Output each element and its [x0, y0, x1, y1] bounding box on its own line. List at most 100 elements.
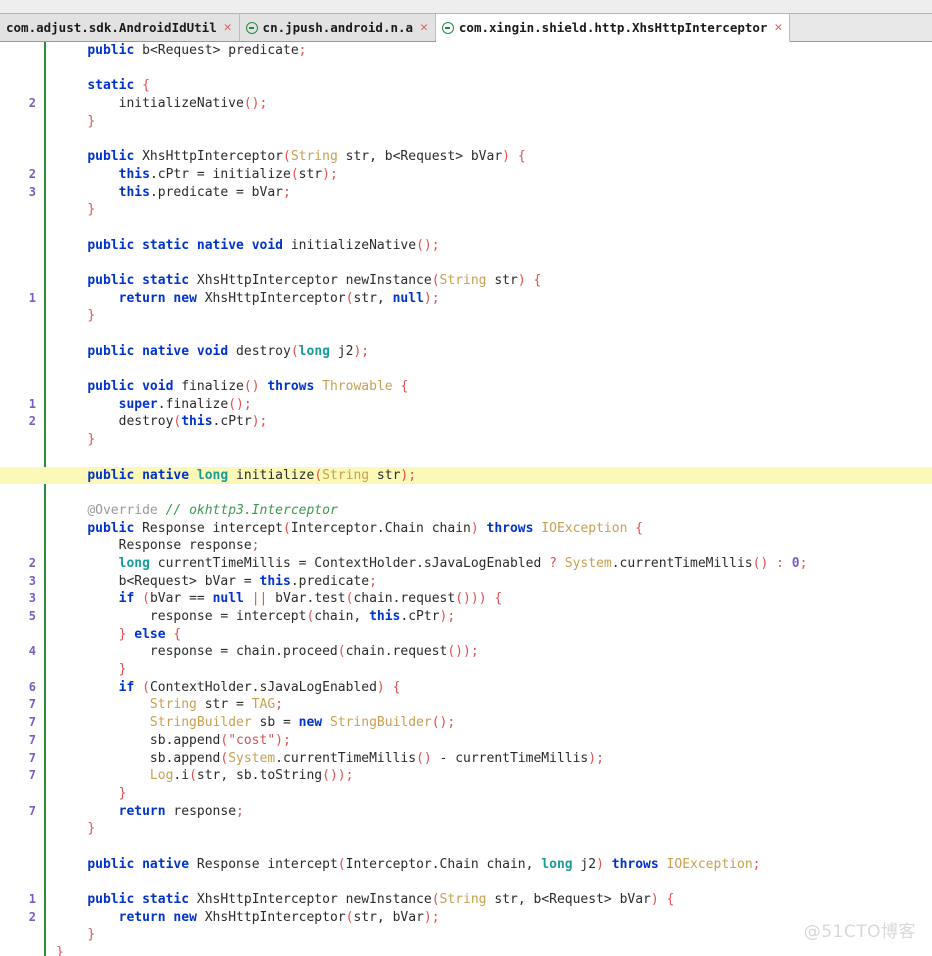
token-punc: );	[439, 609, 456, 624]
code-line[interactable]: 2 long currentTimeMillis = ContextHolder…	[0, 555, 932, 573]
code-line[interactable]: 2 this.cPtr = initialize(str);	[0, 166, 932, 184]
code-text: Response response;	[0, 537, 932, 555]
code-line[interactable]: }	[0, 944, 932, 956]
code-line[interactable]	[0, 60, 932, 78]
code-line[interactable]: 2 initializeNative();	[0, 95, 932, 113]
token-kw: public	[87, 343, 135, 359]
code-line[interactable]: 7 Log.i(str, sb.toString());	[0, 767, 932, 785]
token-plain: XhsHttpInterceptor newInstance	[189, 272, 432, 288]
token-prim: long	[298, 343, 330, 359]
code-line[interactable]: 7 return response;	[0, 803, 932, 821]
code-line[interactable]: }	[0, 820, 932, 838]
code-line[interactable]: 2 return new XhsHttpInterceptor(str, bVa…	[0, 909, 932, 927]
code-text: public native long initialize(String str…	[0, 467, 932, 485]
code-line[interactable]: 3 b<Request> bVar = this.predicate;	[0, 573, 932, 591]
code-editor[interactable]: public b<Request> predicate; static {2 i…	[0, 42, 932, 956]
code-line[interactable]: }	[0, 926, 932, 944]
code-line[interactable]	[0, 219, 932, 237]
code-line[interactable]: 7 sb.append(System.currentTimeMillis() -…	[0, 750, 932, 768]
token-plain: .finalize	[157, 396, 229, 412]
code-line[interactable]	[0, 873, 932, 891]
token-kw: public	[87, 149, 135, 165]
code-line[interactable]: 5 response = intercept(chain, this.cPtr)…	[0, 608, 932, 626]
code-line[interactable]: 3 this.predicate = bVar;	[0, 184, 932, 202]
token-kw: static	[142, 272, 190, 288]
code-line[interactable]: }	[0, 201, 932, 219]
token-punc: }	[87, 927, 96, 943]
code-line[interactable]: public XhsHttpInterceptor(String str, b<…	[0, 148, 932, 166]
code-line[interactable]: }	[0, 785, 932, 803]
token-plain: response = chain.proceed	[56, 644, 338, 660]
code-line[interactable]	[0, 325, 932, 343]
line-number: 7	[28, 697, 36, 712]
code-line[interactable]: public Response intercept(Interceptor.Ch…	[0, 520, 932, 538]
code-line[interactable]: 6 if (ContextHolder.sJavaLogEnabled) {	[0, 679, 932, 697]
code-line[interactable]: } else {	[0, 626, 932, 644]
line-number: 7	[28, 750, 36, 765]
code-text: long currentTimeMillis = ContextHolder.s…	[0, 555, 932, 573]
code-text: public native void destroy(long j2);	[0, 343, 932, 361]
code-line[interactable]: }	[0, 431, 932, 449]
code-line[interactable]: 2 destroy(this.cPtr);	[0, 413, 932, 431]
token-punc: (	[142, 591, 150, 607]
editor-tab-2[interactable]: com.xingin.shield.http.XhsHttpIntercepto…	[435, 14, 791, 42]
code-line[interactable]	[0, 484, 932, 502]
code-line[interactable]: public native Response intercept(Interce…	[0, 856, 932, 874]
code-line[interactable]: @Override // okhttp3.Interceptor	[0, 502, 932, 520]
editor-tab-1[interactable]: cn.jpush.android.n.a ✕	[239, 14, 436, 41]
code-line[interactable]: public native long initialize(String str…	[0, 466, 932, 485]
code-line[interactable]: }	[0, 661, 932, 679]
code-line[interactable]: 1 return new XhsHttpInterceptor(str, nul…	[0, 290, 932, 308]
token-plain: initializeNative	[56, 96, 244, 112]
code-content[interactable]: public b<Request> predicate; static {2 i…	[0, 42, 932, 956]
token-plain: .i	[173, 768, 190, 784]
code-line[interactable]: 7 String str = TAG;	[0, 696, 932, 714]
code-line[interactable]: Response response;	[0, 537, 932, 555]
code-line[interactable]: 4 response = chain.proceed(chain.request…	[0, 643, 932, 661]
token-type: String	[290, 149, 338, 165]
close-icon[interactable]: ✕	[420, 21, 428, 34]
line-number: 2	[28, 909, 36, 924]
token-plain: b<Request> bVar =	[56, 573, 260, 589]
code-line[interactable]	[0, 254, 932, 272]
code-line[interactable]: 7 sb.append("cost");	[0, 732, 932, 750]
code-line[interactable]: }	[0, 307, 932, 325]
code-line[interactable]: 1 public static XhsHttpInterceptor newIn…	[0, 891, 932, 909]
token-kw: public	[87, 379, 135, 395]
code-line[interactable]: 3 if (bVar == null || bVar.test(chain.re…	[0, 590, 932, 608]
code-line[interactable]: public static native void initializeNati…	[0, 237, 932, 255]
code-line[interactable]: }	[0, 113, 932, 131]
code-line[interactable]	[0, 449, 932, 467]
line-number: 4	[28, 644, 36, 659]
token-punc: ();	[416, 237, 440, 253]
line-number: 7	[28, 732, 36, 747]
token-punc: ()	[416, 750, 432, 766]
code-line[interactable]	[0, 360, 932, 378]
editor-tab-0[interactable]: com.adjust.sdk.AndroidIdUtil ✕	[0, 14, 240, 41]
code-line[interactable]: static {	[0, 77, 932, 95]
code-line[interactable]	[0, 130, 932, 148]
code-line[interactable]	[0, 838, 932, 856]
code-line[interactable]: 1 super.finalize();	[0, 396, 932, 414]
close-icon[interactable]: ✕	[774, 21, 782, 34]
code-line[interactable]: 7 StringBuilder sb = new StringBuilder()…	[0, 714, 932, 732]
code-line[interactable]: public void finalize() throws Throwable …	[0, 378, 932, 396]
code-line[interactable]: public static XhsHttpInterceptor newInst…	[0, 272, 932, 290]
token-punc: ());	[322, 768, 354, 784]
token-kw: new	[173, 909, 197, 925]
code-line[interactable]: public b<Request> predicate;	[0, 42, 932, 60]
close-icon[interactable]: ✕	[224, 21, 232, 34]
token-type: String	[322, 467, 370, 483]
code-line[interactable]: public native void destroy(long j2);	[0, 343, 932, 361]
code-text: }	[0, 661, 932, 679]
